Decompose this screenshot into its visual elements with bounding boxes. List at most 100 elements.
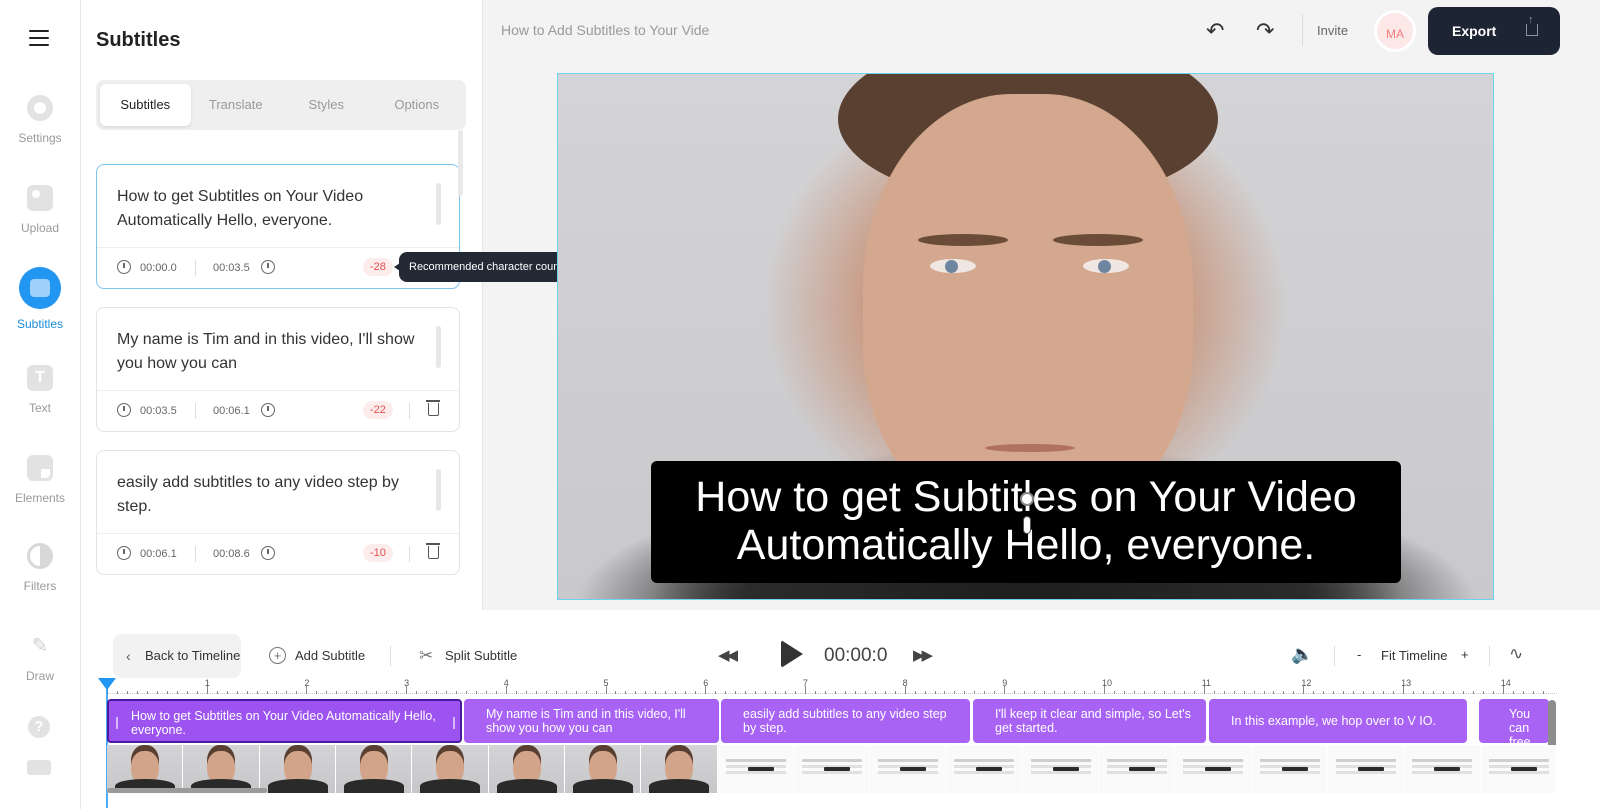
split-subtitle-button[interactable]: Split Subtitle — [445, 648, 517, 663]
timecode: 00:00:0 — [824, 645, 888, 666]
resize-handle[interactable] — [1023, 516, 1031, 534]
zoom-in-button[interactable]: + — [1461, 647, 1469, 662]
ruler-tick — [256, 691, 258, 694]
rail-item-subtitles[interactable]: Subtitles — [0, 267, 80, 331]
subtitle-card[interactable]: My name is Tim and in this video, I'll s… — [96, 307, 460, 432]
video-preview[interactable]: How to get Subtitles on Your Video Autom… — [557, 73, 1494, 600]
rail-item-settings[interactable]: Settings — [0, 95, 80, 145]
timeline-subtitle-block[interactable]: In this example, we hop over to V IO. — [1209, 699, 1467, 743]
waveform-icon[interactable]: ∿ — [1509, 644, 1523, 664]
project-title[interactable]: How to Add Subtitles to Your Vide — [501, 22, 729, 38]
menu-icon[interactable] — [29, 30, 49, 46]
ruler-tick — [1054, 691, 1056, 694]
start-time[interactable]: 00:06.1 — [140, 548, 177, 560]
divider — [1489, 646, 1490, 666]
help-icon[interactable]: ? — [28, 716, 50, 738]
avatar[interactable]: MA — [1374, 10, 1416, 52]
rail-item-draw[interactable]: ✎ Draw — [0, 633, 80, 683]
drag-handle-icon[interactable] — [116, 717, 118, 729]
video-thumbnail — [870, 745, 946, 793]
ruler-tick — [804, 686, 806, 694]
trash-icon[interactable] — [426, 543, 440, 559]
ruler-tick — [1034, 691, 1036, 694]
ruler-tick — [914, 691, 916, 694]
ruler-tick — [156, 691, 158, 694]
video-track[interactable] — [107, 745, 1557, 793]
character-count-badge: -22 — [363, 401, 393, 419]
ruler-tick — [126, 691, 128, 694]
volume-icon[interactable]: 🔈 — [1291, 644, 1313, 665]
drag-handle-icon[interactable] — [453, 717, 455, 729]
start-time[interactable]: 00:00.0 — [140, 262, 177, 274]
ruler-tick — [924, 691, 926, 694]
ruler-tick — [545, 691, 547, 694]
tab-options[interactable]: Options — [372, 84, 463, 126]
timeline-subtitle-block[interactable]: You can free to g — [1479, 699, 1549, 743]
ruler-tick — [515, 691, 517, 694]
add-subtitle-button[interactable]: Add Subtitle — [295, 648, 365, 663]
subtitle-text[interactable]: My name is Tim and in this video, I'll s… — [117, 328, 427, 376]
subtitle-card[interactable]: easily add subtitles to any video step b… — [96, 450, 460, 575]
ruler-tick — [236, 691, 238, 694]
rewind-icon[interactable]: ◀◀ — [718, 646, 738, 664]
add-icon[interactable]: + — [269, 647, 286, 664]
scissors-icon[interactable]: ✂ — [419, 646, 433, 666]
ruler-tick — [1163, 691, 1165, 694]
timeline-subtitle-block[interactable]: easily add subtitles to any video step b… — [721, 699, 970, 743]
zoom-out-button[interactable]: - — [1357, 647, 1361, 662]
timeline-subtitle-block[interactable]: My name is Tim and in this video, I'll s… — [464, 699, 719, 743]
ruler-tick — [1383, 691, 1385, 694]
tab-subtitles[interactable]: Subtitles — [100, 84, 191, 126]
invite-button[interactable]: Invite — [1317, 23, 1348, 38]
ruler-tick — [485, 691, 487, 694]
chevron-left-icon: ‹ — [126, 648, 131, 664]
ruler-tick — [1153, 691, 1155, 694]
subtitle-text[interactable]: easily add subtitles to any video step b… — [117, 471, 427, 519]
rail-item-text[interactable]: T Text — [0, 365, 80, 415]
ruler-tick — [416, 691, 418, 694]
end-time[interactable]: 00:08.6 — [213, 548, 250, 560]
ruler-tick — [555, 691, 557, 694]
rail-item-label: Filters — [23, 579, 57, 593]
ruler-tick — [1243, 691, 1245, 694]
timeline-horizontal-scrollbar[interactable] — [107, 788, 267, 793]
ruler-tick — [725, 691, 727, 694]
ruler-tick — [226, 691, 228, 694]
video-thumbnail — [412, 745, 488, 793]
timeline-subtitle-block[interactable]: How to get Subtitles on Your Video Autom… — [107, 699, 462, 743]
back-to-timeline-button[interactable]: ‹ Back to Timeline — [113, 634, 241, 678]
subtitle-text[interactable]: How to get Subtitles on Your Video Autom… — [117, 185, 427, 233]
ruler-tick — [655, 691, 657, 694]
panel-scrollbar[interactable] — [458, 130, 463, 196]
ruler-tick — [904, 686, 906, 694]
rotate-handle-icon[interactable] — [1020, 492, 1034, 506]
trash-icon[interactable] — [426, 400, 440, 416]
ruler-tick — [206, 686, 208, 694]
start-time[interactable]: 00:03.5 — [140, 405, 177, 417]
export-button[interactable]: Export — [1428, 7, 1560, 55]
ruler-tick — [1522, 691, 1524, 694]
fast-forward-icon[interactable]: ▶▶ — [913, 646, 933, 664]
rail-item-upload[interactable]: Upload — [0, 185, 80, 235]
ruler-tick — [575, 691, 577, 694]
tab-styles[interactable]: Styles — [281, 84, 372, 126]
end-time[interactable]: 00:03.5 — [213, 262, 250, 274]
rail-item-elements[interactable]: Elements — [0, 455, 80, 505]
timeline-ruler[interactable]: 1 2 3 4 5 6 7 8 9 10 11 12 13 14 — [107, 678, 1557, 694]
timeline-subtitle-block[interactable]: I'll keep it clear and simple, so Let's … — [973, 699, 1206, 743]
ruler-tick — [745, 691, 747, 694]
tab-translate[interactable]: Translate — [191, 84, 282, 126]
undo-icon[interactable]: ↶ — [1206, 18, 1224, 44]
keyboard-icon[interactable] — [27, 760, 51, 775]
ruler-tick — [1423, 691, 1425, 694]
fit-timeline-button[interactable]: Fit Timeline — [1381, 648, 1447, 663]
redo-icon[interactable]: ↷ — [1256, 18, 1274, 44]
play-button[interactable] — [781, 640, 803, 668]
video-subject-eye — [930, 259, 976, 273]
start-time-icon — [117, 403, 131, 417]
end-time[interactable]: 00:06.1 — [213, 405, 250, 417]
rail-item-filters[interactable]: Filters — [0, 543, 80, 593]
rail-item-label: Settings — [18, 131, 62, 145]
ruler-tick — [1433, 691, 1434, 694]
ruler-tick — [774, 691, 776, 694]
